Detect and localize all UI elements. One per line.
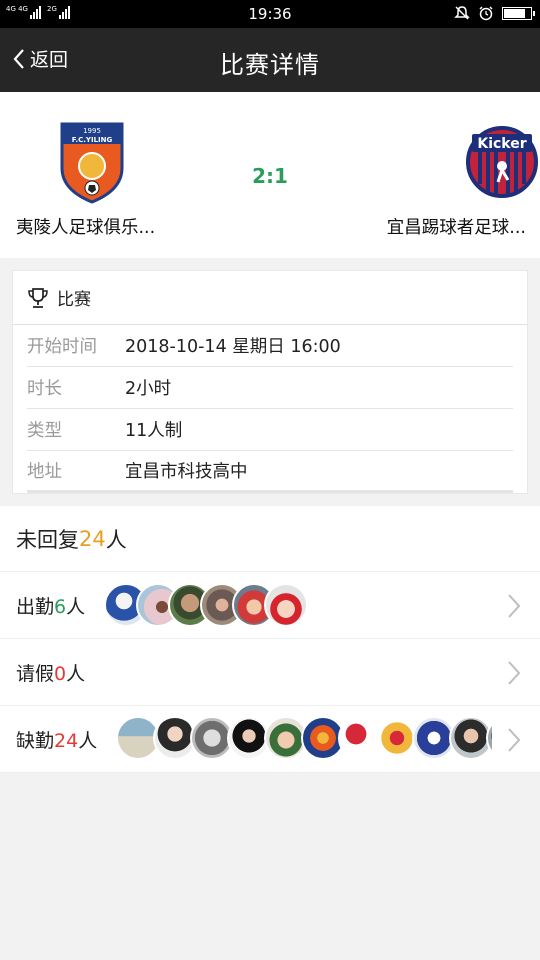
info-row-address[interactable]: 地址 宜昌市科技高中 <box>27 451 513 493</box>
match-header: 1995 F.C.YILING 夷陵人足球俱乐... 2:1 Kicker 宜昌… <box>0 92 540 258</box>
present-prefix: 出勤 <box>16 595 55 618</box>
leave-label: 请假0人 <box>16 659 104 686</box>
no-reply-count: 24 <box>79 526 106 551</box>
avatar <box>264 583 308 627</box>
info-row-type: 类型 11人制 <box>27 409 513 451</box>
info-row-duration: 时长 2小时 <box>27 367 513 409</box>
info-value: 2018-10-14 星期日 16:00 <box>125 337 341 357</box>
away-team-logo: Kicker <box>466 126 538 198</box>
present-suffix: 人 <box>66 595 86 618</box>
page-title: 比赛详情 <box>220 51 320 79</box>
info-label: 地址 <box>27 462 62 482</box>
nav-bar: 返回 比赛详情 <box>0 28 540 92</box>
info-value: 2小时 <box>125 379 172 399</box>
present-row[interactable]: 出勤6人 <box>0 572 540 639</box>
info-label: 开始时间 <box>27 337 97 357</box>
no-reply-suffix: 人 <box>105 527 127 552</box>
absent-label: 缺勤24人 <box>16 726 104 753</box>
info-section-title: 比赛 <box>57 290 91 310</box>
present-avatars <box>104 583 308 627</box>
bell-muted-icon <box>454 6 470 20</box>
battery-icon <box>502 6 535 20</box>
info-value: 宜昌市科技高中 <box>125 462 248 482</box>
alarm-icon <box>479 6 493 21</box>
svg-text:1995: 1995 <box>83 127 101 135</box>
absent-prefix: 缺勤 <box>16 729 55 752</box>
info-label: 时长 <box>27 379 62 399</box>
absent-count: 24 <box>54 729 79 752</box>
leave-row[interactable]: 请假0人 <box>0 639 540 706</box>
info-row-start-time: 开始时间 2018-10-14 星期日 16:00 <box>27 325 513 367</box>
present-count: 6 <box>54 595 67 618</box>
leave-suffix: 人 <box>66 662 86 685</box>
svg-text:Kicker: Kicker <box>477 136 526 152</box>
status-right-icons <box>454 5 535 21</box>
away-team[interactable]: Kicker 宜昌踢球者足球... <box>326 120 538 239</box>
leave-count: 0 <box>54 662 67 685</box>
leave-prefix: 请假 <box>16 662 55 685</box>
status-bar: 4G 4G 2G 19:36 <box>0 0 540 28</box>
absent-suffix: 人 <box>78 729 98 752</box>
svg-text:F.C.YILING: F.C.YILING <box>72 136 113 144</box>
chevron-right-icon <box>508 661 521 685</box>
chevron-right-icon <box>508 594 521 618</box>
battery-level <box>504 8 525 18</box>
info-value: 11人制 <box>125 421 183 441</box>
chevron-right-icon <box>508 728 521 752</box>
home-team-name: 夷陵人足球俱乐... <box>16 218 156 238</box>
present-label: 出勤6人 <box>16 592 104 619</box>
info-section-header: 比赛 <box>13 271 527 325</box>
info-label: 类型 <box>27 421 62 441</box>
attendance-section: 未回复 24 人 出勤6人 请假0人 缺勤24人 <box>0 506 540 773</box>
away-team-name: 宜昌踢球者足球... <box>386 218 526 238</box>
trophy-icon <box>28 287 48 308</box>
absent-row[interactable]: 缺勤24人 <box>0 706 540 773</box>
no-reply-prefix: 未回复 <box>16 527 79 552</box>
home-team-logo: 1995 F.C.YILING <box>60 122 124 204</box>
match-info-card: 比赛 开始时间 2018-10-14 星期日 16:00 时长 2小时 类型 1… <box>12 270 528 494</box>
absent-avatars <box>116 716 492 764</box>
no-reply-header: 未回复 24 人 <box>0 506 540 572</box>
